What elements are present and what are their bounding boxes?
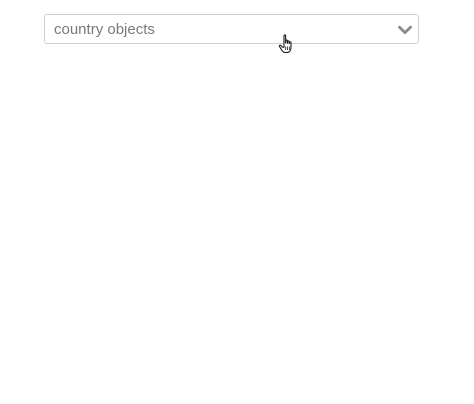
page: country objects [0, 0, 474, 404]
chevron-down-icon[interactable] [398, 23, 412, 35]
country-objects-dropdown[interactable]: country objects [44, 14, 419, 44]
dropdown-placeholder: country objects [54, 21, 155, 38]
